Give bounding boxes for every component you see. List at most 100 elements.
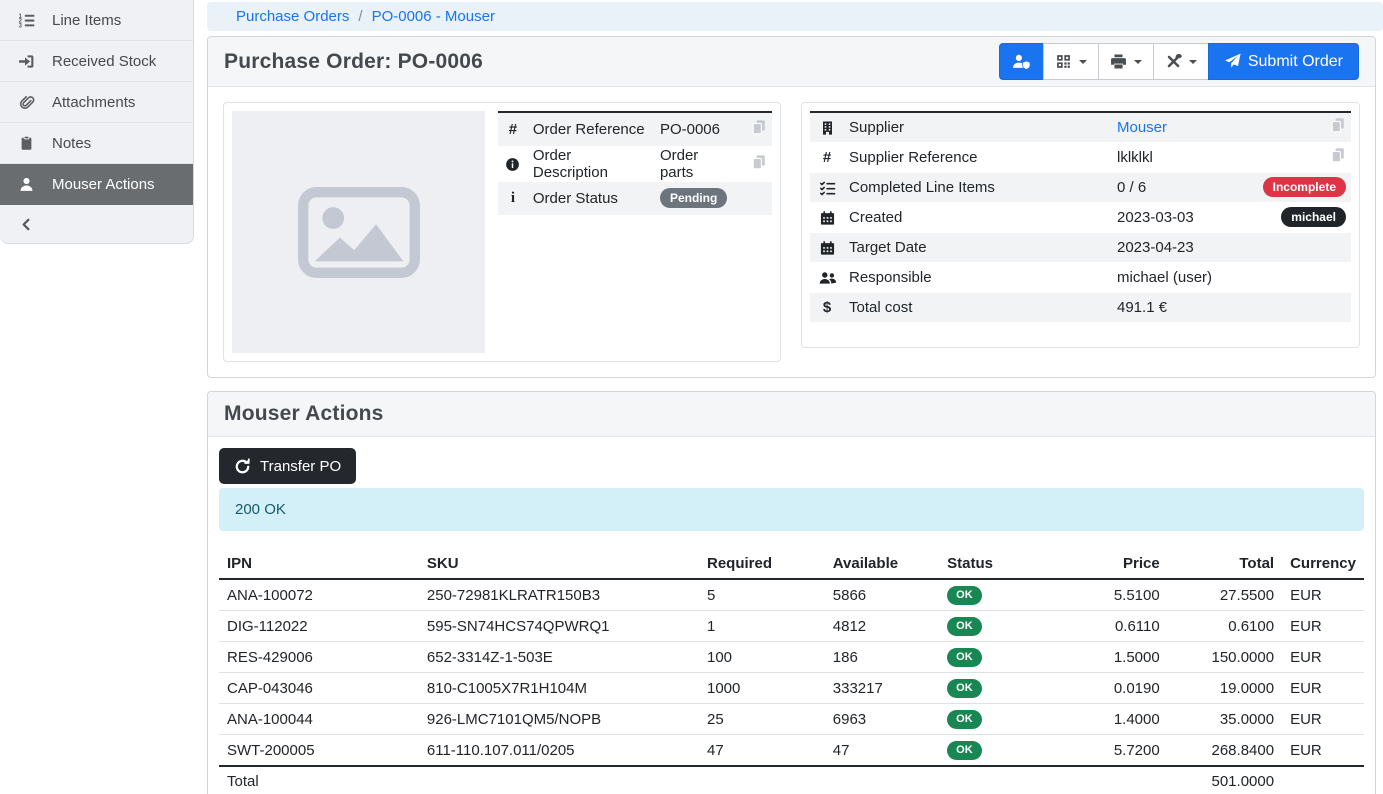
- cell-ipn: DIG-112022: [219, 611, 419, 642]
- sidebar-item-label: Line Items: [52, 12, 121, 29]
- cell-sku: 595-SN74HCS74QPWRQ1: [419, 611, 699, 642]
- cell-available: 5866: [825, 579, 939, 611]
- cell-available: 47: [825, 735, 939, 767]
- image-placeholder-icon: [297, 186, 421, 279]
- sidebar-item-label: Attachments: [52, 94, 135, 111]
- breadcrumb-link-po-0006-mouser[interactable]: PO-0006 - Mouser: [372, 8, 495, 25]
- column-header-sku: SKU: [419, 548, 699, 579]
- detail-row-order-reference: #Order ReferencePO-0006: [498, 112, 772, 146]
- detail-label: Supplier Reference: [844, 142, 1112, 172]
- copy-icon[interactable]: [1330, 117, 1346, 133]
- detail-value: 0 / 6: [1112, 172, 1258, 202]
- cell-available: 6963: [825, 704, 939, 735]
- user-shield-icon: [1011, 53, 1031, 70]
- detail-row-responsible: Responsiblemichael (user): [810, 262, 1351, 292]
- hash-icon: #: [509, 121, 517, 138]
- cell-currency: EUR: [1282, 673, 1364, 704]
- supplier-details-rows: Supplier Mouser # Supplier Referencelklklkl…: [810, 112, 1351, 322]
- detail-row-order-description: Order DescriptionOrder parts: [498, 146, 772, 181]
- cell-required: 25: [699, 704, 825, 735]
- cell-ipn: ANA-100044: [219, 704, 419, 735]
- footer-total-value: 501.0000: [1168, 766, 1282, 794]
- cell-currency: EUR: [1282, 611, 1364, 642]
- sidebar-item-attachments[interactable]: Attachments: [0, 82, 193, 123]
- copy-icon[interactable]: [751, 119, 767, 135]
- table-row: SWT-200005611-110.107.011/02054747OK5.72…: [219, 735, 1364, 767]
- cell-price: 1.4000: [1071, 704, 1168, 735]
- cell-available: 4812: [825, 611, 939, 642]
- mouser-actions-panel-header: Mouser Actions: [208, 392, 1375, 437]
- submit-order-button[interactable]: Submit Order: [1208, 43, 1359, 80]
- sidebar-item-line-items[interactable]: 123Line Items: [0, 0, 193, 41]
- detail-label: Target Date: [844, 232, 1112, 262]
- detail-label: Created: [844, 202, 1112, 232]
- detail-value: Order parts: [655, 146, 732, 181]
- supplier-details-table: Supplier Mouser # Supplier Referencelklklkl…: [810, 111, 1351, 323]
- cell-required: 100: [699, 642, 825, 673]
- cell-available: 186: [825, 642, 939, 673]
- order-details-table: #Order ReferencePO-0006Order Description…: [498, 111, 772, 216]
- dollar-icon: $: [823, 299, 831, 316]
- cell-currency: EUR: [1282, 704, 1364, 735]
- options-dropdown-button[interactable]: [1153, 43, 1209, 80]
- cell-sku: 810-C1005X7R1H104M: [419, 673, 699, 704]
- print-dropdown-button[interactable]: [1098, 43, 1154, 80]
- detail-label: Completed Line Items: [844, 172, 1112, 202]
- sidebar-item-notes[interactable]: Notes: [0, 123, 193, 164]
- column-header-total: Total: [1168, 548, 1282, 579]
- sidebar-item-label: Mouser Actions: [52, 176, 155, 193]
- cell-ipn: RES-429006: [219, 642, 419, 673]
- detail-row-created: Created2023-03-03michael: [810, 202, 1351, 232]
- detail-label: Supplier: [844, 112, 1112, 142]
- detail-row-total-cost: $Total cost491.1 €: [810, 292, 1351, 322]
- cell-status: OK: [939, 611, 1070, 642]
- breadcrumb-link-purchase-orders[interactable]: Purchase Orders: [236, 8, 349, 25]
- sidebar-item-mouser-actions[interactable]: Mouser Actions: [0, 164, 193, 205]
- admin-button[interactable]: [999, 43, 1044, 80]
- breadcrumb-separator: /: [358, 8, 362, 25]
- detail-row-supplier: Supplier Mouser: [810, 112, 1351, 142]
- detail-value: 491.1 €: [1112, 292, 1258, 322]
- part-thumbnail[interactable]: [232, 111, 485, 353]
- table-row: ANA-100072250-72981KLRATR150B355866OK5.5…: [219, 579, 1364, 611]
- cell-total: 0.6100: [1168, 611, 1282, 642]
- cell-total: 27.5500: [1168, 579, 1282, 611]
- caret-down-icon: [1189, 60, 1197, 68]
- calendar-icon: [820, 208, 835, 225]
- barcode-dropdown-button[interactable]: [1043, 43, 1099, 80]
- copy-icon[interactable]: [1330, 147, 1346, 163]
- status-badge: OK: [947, 586, 982, 605]
- detail-value-link[interactable]: Mouser: [1117, 119, 1167, 136]
- mouser-actions-body: Transfer PO 200 OK IPNSKURequiredAvailab…: [208, 437, 1375, 794]
- cell-total: 268.8400: [1168, 735, 1282, 767]
- transfer-po-button[interactable]: Transfer PO: [219, 448, 356, 484]
- detail-value: Pending: [655, 181, 732, 215]
- copy-icon[interactable]: [751, 154, 767, 170]
- cell-currency: EUR: [1282, 735, 1364, 767]
- table-row: RES-429006652-3314Z-1-503E100186OK1.5000…: [219, 642, 1364, 673]
- table-row: ANA-100044926-LMC7101QM5/NOPB256963OK1.4…: [219, 704, 1364, 735]
- hash-icon: #: [823, 149, 831, 166]
- status-badge: OK: [947, 710, 982, 729]
- status-badge: Incomplete: [1263, 177, 1346, 197]
- column-header-available: Available: [825, 548, 939, 579]
- detail-value: PO-0006: [655, 112, 732, 146]
- clipboard-icon: [0, 135, 52, 151]
- caret-down-icon: [1134, 60, 1142, 68]
- cell-sku: 250-72981KLRATR150B3: [419, 579, 699, 611]
- detail-row-supplier-reference: # Supplier Referencelklklkl: [810, 142, 1351, 172]
- column-header-status: Status: [939, 548, 1070, 579]
- sidebar-item-received-stock[interactable]: Received Stock: [0, 41, 193, 82]
- cell-sku: 652-3314Z-1-503E: [419, 642, 699, 673]
- cell-price: 5.7200: [1071, 735, 1168, 767]
- detail-row-order-status: iOrder StatusPending: [498, 181, 772, 215]
- detail-row-target-date: Target Date2023-04-23: [810, 232, 1351, 262]
- sidebar-collapse-button[interactable]: [0, 205, 193, 243]
- submit-order-label: Submit Order: [1248, 53, 1343, 71]
- cell-total: 35.0000: [1168, 704, 1282, 735]
- sign-in-icon: [0, 53, 52, 70]
- table-body: ANA-100072250-72981KLRATR150B355866OK5.5…: [219, 579, 1364, 766]
- detail-value: lklklkl: [1112, 142, 1258, 172]
- table-header-row: IPNSKURequiredAvailableStatusPriceTotalC…: [219, 548, 1364, 579]
- cell-currency: EUR: [1282, 642, 1364, 673]
